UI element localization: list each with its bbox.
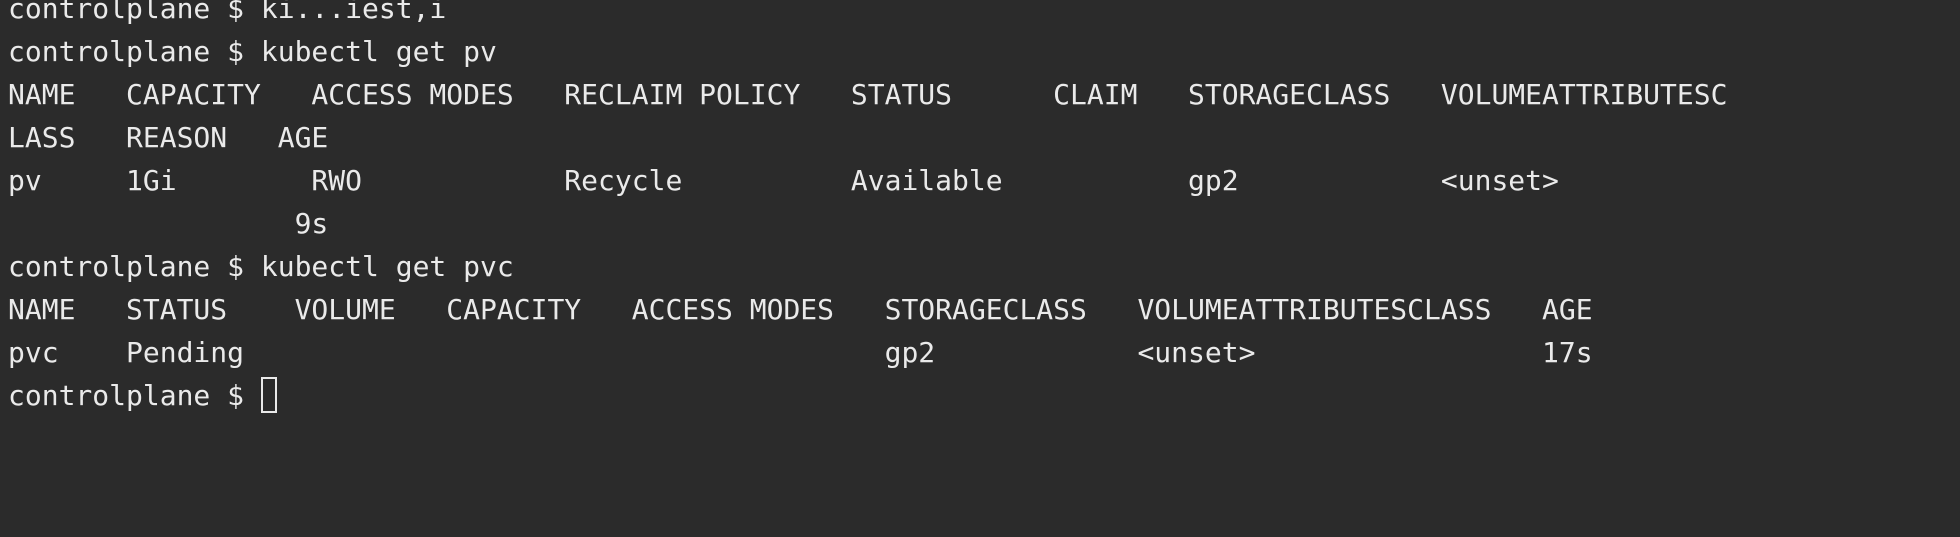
pvc-table-row: pvc Pending gp2 <unset> 17s: [8, 336, 1593, 369]
pv-table-row: pv 1Gi RWO Recycle Available gp2 <unset>: [8, 164, 1559, 197]
terminal-window[interactable]: controlplane $ ki...iest,i controlplane …: [0, 0, 1960, 537]
pvc-table-header: NAME STATUS VOLUME CAPACITY ACCESS MODES…: [8, 293, 1593, 326]
command-get-pvc: controlplane $ kubectl get pvc: [8, 250, 514, 283]
cursor-block[interactable]: [260, 377, 277, 413]
prompt-line[interactable]: controlplane $: [8, 374, 1960, 417]
truncated-previous-line: controlplane $ ki...iest,i: [8, 0, 447, 25]
prompt-text: controlplane $: [8, 379, 261, 412]
pv-table-header-wrap: LASS REASON AGE: [8, 121, 329, 154]
terminal-output: controlplane $ ki...iest,i controlplane …: [8, 0, 1960, 417]
command-get-pv: controlplane $ kubectl get pv: [8, 35, 497, 68]
pv-table-header: NAME CAPACITY ACCESS MODES RECLAIM POLIC…: [8, 78, 1728, 111]
pv-table-row-wrap: 9s: [8, 207, 329, 240]
